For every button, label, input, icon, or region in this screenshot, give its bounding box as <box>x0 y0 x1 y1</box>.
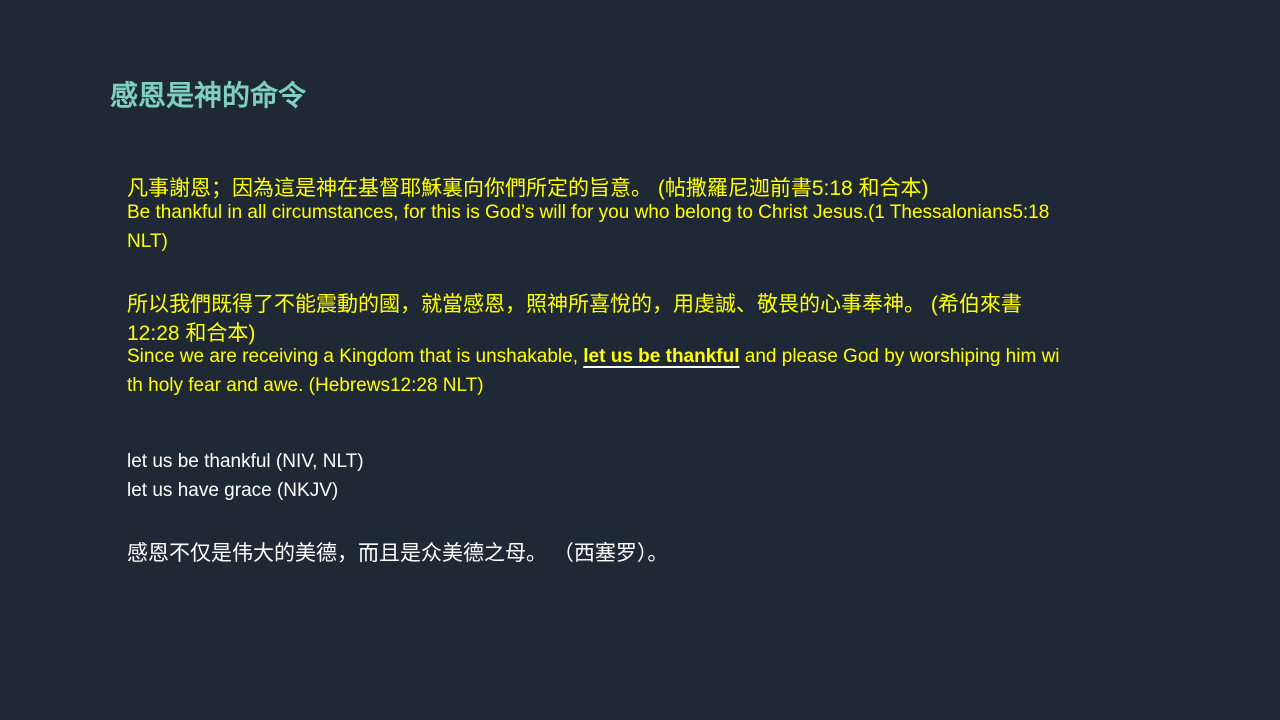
verse2-english-line1: Since we are receiving a Kingdom that is… <box>127 346 1060 368</box>
translation-item: let us be thankful (NIV, NLT) <box>127 451 364 472</box>
verse1-chinese: 凡事謝恩；因為這是神在基督耶穌裏向你們所定的旨意。 (帖撒羅尼迦前書5:18 和… <box>127 177 929 200</box>
verse2-chinese-line1: 所以我們既得了不能震動的國，就當感恩，照神所喜悅的，用虔誠、敬畏的心事奉神。 (… <box>127 293 1022 316</box>
translation-item: let us have grace (NKJV) <box>127 480 339 501</box>
quote: 感恩不仅是伟大的美德，而且是众美德之母。 （西塞罗）。 <box>127 542 669 565</box>
slide-title: 感恩是神的命令 <box>110 80 307 111</box>
slide: 感恩是神的命令 凡事謝恩；因為這是神在基督耶穌裏向你們所定的旨意。 (帖撒羅尼迦… <box>0 0 1280 720</box>
verse2-chinese-line2: 12:28 和合本) <box>127 322 256 345</box>
verse2-emphasis: let us be thankful <box>583 346 740 367</box>
verse2-english-line2: th holy fear and awe. (Hebrews12:28 NLT) <box>127 375 484 396</box>
verse2-english-before: Since we are receiving a Kingdom that is… <box>127 346 584 367</box>
verse1-english-line2: NLT) <box>127 231 168 252</box>
verse2-english-after: and please God by worshiping him wi <box>739 346 1060 367</box>
verse1-english-line1: Be thankful in all circumstances, for th… <box>127 202 1050 223</box>
